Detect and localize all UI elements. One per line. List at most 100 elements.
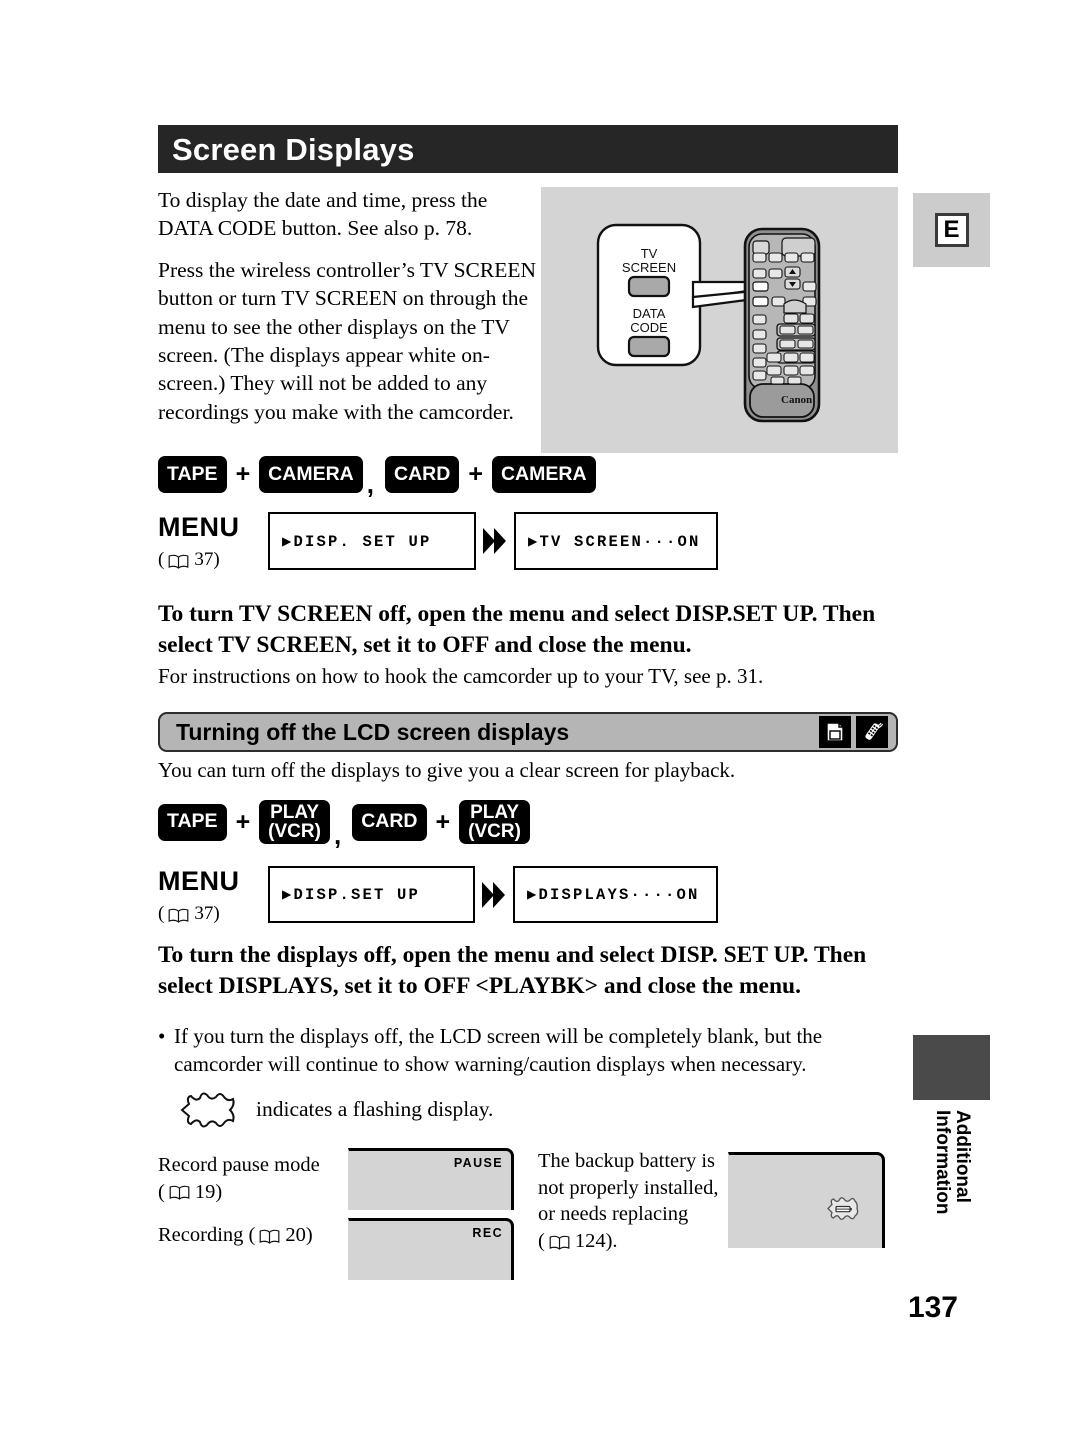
mode-button-label: CARD — [394, 462, 451, 485]
mode-button-tape: TAPE — [158, 456, 227, 493]
menu-page-number: 37) — [194, 549, 220, 570]
paren-open: ( — [538, 1229, 545, 1252]
book-icon — [168, 554, 189, 569]
page-title-bar: Screen Displays — [158, 125, 898, 173]
menu-page-number: 37) — [194, 903, 220, 924]
edge-tab-line-2: Information — [931, 1110, 953, 1215]
backup-battery-caption: The backup battery is not properly insta… — [538, 1148, 720, 1255]
edge-tab-marker — [913, 1035, 990, 1100]
bullet-dot: • — [158, 1024, 166, 1048]
mode-button-play-vcr-2: PLAY (VCR) — [459, 800, 530, 844]
mode-button-label: CAMERA — [268, 462, 354, 485]
wireless-controller-icon — [856, 716, 888, 748]
wireless-controller-illustration: TV SCREEN DATA CODE Canon — [541, 187, 898, 453]
menu-screen-text: ▶DISP. SET UP — [282, 532, 432, 551]
page-number: 137 — [907, 1291, 958, 1324]
flashing-display-legend: indicates a flashing display. — [178, 1090, 493, 1130]
svg-text:DATA: DATA — [633, 306, 666, 321]
menu-screen-2: ▶TV SCREEN···ON — [514, 512, 718, 570]
svg-text:Canon: Canon — [781, 394, 812, 406]
subsection-note: You can turn off the displays to give yo… — [158, 758, 736, 782]
svg-text:TV: TV — [641, 246, 658, 261]
language-edge-tab: E — [913, 193, 990, 267]
double-arrow-icon — [478, 512, 512, 570]
menu-screen-1: ▶DISP. SET UP — [268, 512, 476, 570]
menu-path-row-1: MENU ( 37) ▶DISP. SET UP ▶TV SCREEN···ON — [158, 512, 718, 571]
lcd-screen-mock: PAUSE — [348, 1148, 514, 1210]
plus-sign: + — [235, 460, 251, 488]
caption-text: The backup battery is not properly insta… — [538, 1150, 719, 1226]
edge-tab-label: Additional Information — [931, 1110, 973, 1215]
menu-screen-text: ▶DISP.SET UP — [282, 886, 421, 904]
bullet-text: If you turn the displays off, the LCD sc… — [174, 1024, 823, 1076]
mode-button-card-2: CARD — [352, 803, 427, 841]
page-reference: ( 124). — [538, 1228, 618, 1255]
menu-word: MENU — [158, 512, 240, 542]
recording-caption: Recording ( 20) — [158, 1222, 348, 1249]
mode-button-label: TAPE — [167, 462, 218, 485]
plus-sign: + — [435, 807, 451, 836]
paren-open: ( — [158, 1180, 165, 1203]
osd-pause-indicator: PAUSE — [453, 1156, 503, 1170]
comma-separator: , — [366, 469, 374, 499]
mode-button-label: CARD — [361, 810, 418, 833]
osd-rec-indicator: REC — [472, 1226, 503, 1240]
edge-tab-line-1: Additional — [951, 1110, 973, 1203]
caption-text: Recording ( — [158, 1224, 256, 1246]
edge-tab-text-area: Additional Information — [913, 1110, 990, 1280]
page-reference: Recording ( 20) — [158, 1222, 313, 1249]
flashing-battery-icon — [826, 1195, 860, 1222]
double-arrow-icon — [477, 866, 511, 924]
subsection-header: Turning off the LCD screen displays — [158, 712, 898, 752]
mode-button-camera-2: CAMERA — [491, 456, 596, 493]
mode-button-card: CARD — [385, 456, 460, 493]
paren-open: ( — [158, 549, 165, 570]
page-number: 20) — [285, 1224, 313, 1246]
book-icon — [549, 1235, 570, 1250]
intro-paragraph-1: To display the date and time, press the … — [158, 188, 488, 241]
mode-button-row-2: TAPE + PLAY (VCR) , CARD + PLAY (VCR) — [158, 800, 530, 848]
lcd-screen-mock — [728, 1152, 885, 1248]
language-letter: E — [934, 213, 969, 247]
record-pause-caption: Record pause mode ( 19) — [158, 1152, 338, 1205]
mode-button-label: CAMERA — [500, 462, 587, 485]
page-title: Screen Displays — [172, 131, 415, 167]
plus-sign: + — [235, 807, 251, 836]
page-number: 124). — [574, 1229, 618, 1252]
menu-screen-text: ▶DISPLAYS····ON — [527, 886, 700, 904]
menu-word: MENU — [158, 866, 240, 896]
book-icon — [259, 1229, 280, 1244]
page-reference: ( 19) — [158, 1179, 222, 1206]
lcd-screen-mock: REC — [348, 1218, 514, 1280]
subsection-icon-group — [819, 716, 896, 748]
mode-button-label: TAPE — [167, 810, 218, 833]
mode-button-camera: CAMERA — [259, 456, 363, 493]
subsection-title: Turning off the LCD screen displays — [176, 718, 570, 745]
plus-sign: + — [468, 460, 483, 488]
instruction-note-1: For instructions on how to hook the camc… — [158, 664, 764, 688]
mode-button-label-line1: PLAY — [470, 801, 519, 823]
comma-separator: , — [333, 820, 342, 850]
section-edge-tab: Additional Information — [913, 1035, 990, 1280]
starburst-flashing-icon — [178, 1090, 240, 1130]
mode-button-tape-2: TAPE — [158, 803, 227, 841]
manual-page: Screen Displays E To display the date an… — [0, 0, 1080, 1443]
mode-button-play-vcr: PLAY (VCR) — [259, 800, 330, 844]
instruction-bold-2: To turn the displays off, open the menu … — [158, 942, 867, 1000]
caption-text: Record pause mode — [158, 1154, 320, 1176]
book-icon — [168, 908, 189, 923]
menu-screen-text: ▶TV SCREEN···ON — [528, 532, 701, 551]
card-tape-icon — [819, 716, 851, 748]
svg-text:SCREEN: SCREEN — [622, 260, 676, 275]
svg-text:CODE: CODE — [630, 320, 668, 335]
intro-text-column: To display the date and time, press the … — [158, 186, 538, 439]
mode-button-row-1: TAPE + CAMERA , CARD + CAMERA — [158, 456, 596, 497]
menu-page-reference: ( 37) — [158, 549, 268, 571]
page-number: 19) — [194, 1180, 223, 1203]
menu-label-block: MENU ( 37) — [158, 512, 268, 571]
instruction-bold-1: To turn TV SCREEN off, open the menu and… — [158, 601, 876, 659]
menu-label-block-2: MENU ( 37) — [158, 866, 268, 925]
menu-screen-3: ▶DISP.SET UP — [268, 866, 475, 923]
intro-paragraph-2: Press the wireless controller’s TV SCREE… — [158, 257, 537, 424]
menu-page-reference: ( 37) — [158, 903, 268, 925]
